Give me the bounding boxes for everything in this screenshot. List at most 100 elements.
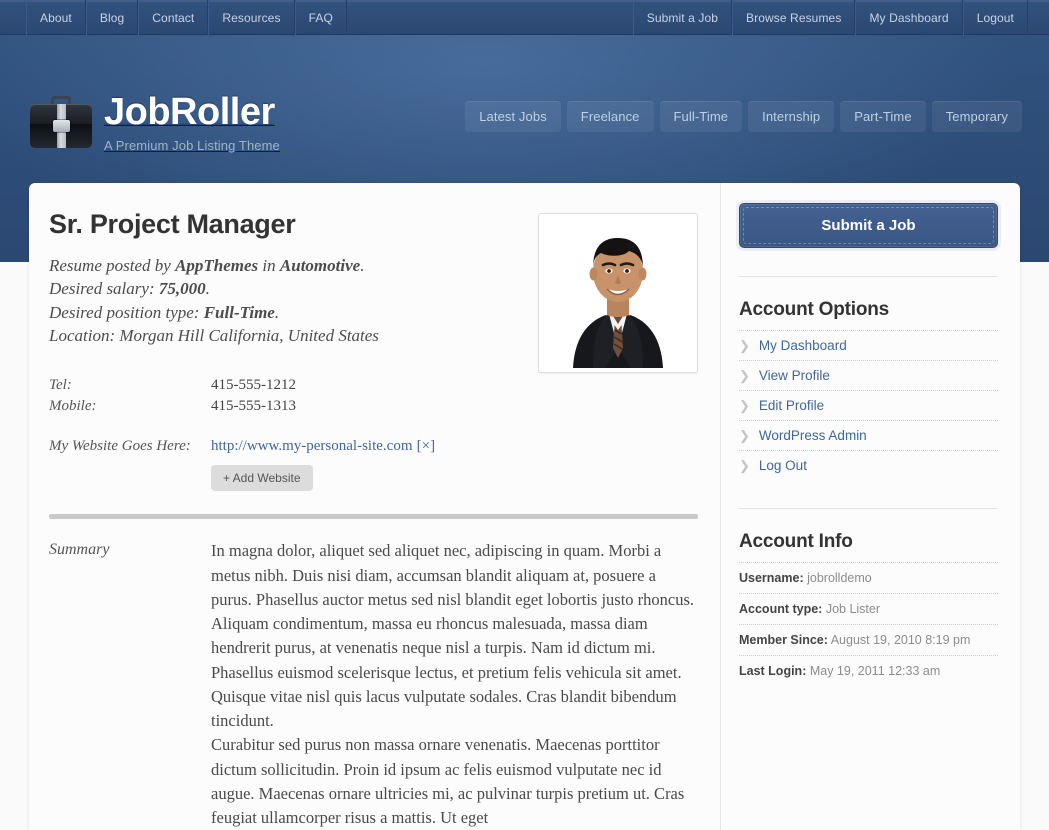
remove-website-link[interactable]: [×] — [417, 438, 435, 454]
category-btn-internship[interactable]: Internship — [748, 101, 835, 132]
contact-details: Tel: 415-555-1212 Mobile: 415-555-1313 M… — [49, 375, 524, 492]
posted-suffix: . — [360, 255, 365, 275]
contact-label-mobile: Mobile: — [49, 397, 97, 414]
summary-paragraph-2: Curabitur sed purus non massa ornare ven… — [211, 735, 685, 828]
resume-header: Sr. Project Manager Resume posted by App… — [49, 209, 698, 492]
posted-prefix: Resume posted by — [49, 255, 176, 275]
account-option-label[interactable]: WordPress Admin — [759, 428, 867, 443]
summary-paragraph-1: In magna dolor, aliquet sed aliquet nec,… — [211, 541, 695, 731]
account-info-value: jobrolldemo — [803, 571, 872, 585]
account-option-log-out[interactable]: ❯ Log Out — [739, 450, 998, 480]
website-link[interactable]: http://www.my-personal-site.com — [211, 438, 413, 454]
topnav-item-browse-resumes[interactable]: Browse Resumes — [732, 0, 856, 35]
position-value: Full-Time — [203, 302, 275, 322]
account-options-list: ❯ My Dashboard ❯ View Profile ❯ Edit Pro… — [739, 330, 998, 480]
location-line: Location: Morgan Hill California, United… — [49, 326, 379, 346]
add-website-button[interactable]: + Add Website — [211, 465, 313, 492]
account-info-member-since: Member Since: August 19, 2010 8:19 pm — [739, 624, 998, 655]
top-utility-bar: About Blog Contact Resources FAQ Submit … — [0, 0, 1049, 35]
category-btn-part-time[interactable]: Part-Time — [840, 101, 926, 132]
resume-posted-line: Resume posted by AppThemes in Automotive… — [49, 254, 524, 277]
site-tagline: A Premium Job Listing Theme — [104, 138, 280, 153]
sidebar-rule-2 — [739, 508, 998, 509]
chevron-right-icon: ❯ — [739, 338, 750, 353]
chevron-right-icon: ❯ — [739, 398, 750, 413]
salary-value: 75,000 — [158, 279, 206, 299]
submit-a-job-button[interactable]: Submit a Job — [739, 203, 998, 248]
section-divider — [49, 514, 698, 520]
topnav-item-faq[interactable]: FAQ — [294, 0, 347, 35]
category-btn-full-time[interactable]: Full-Time — [659, 101, 743, 132]
account-info-account-type: Account type: Job Lister — [739, 593, 998, 624]
posted-category: Automotive — [279, 255, 361, 275]
posted-middle: in — [258, 255, 280, 275]
topnav-item-about[interactable]: About — [26, 0, 86, 35]
position-label: Desired position type: — [49, 302, 204, 322]
summary-text: In magna dolor, aliquet sed aliquet nec,… — [211, 539, 698, 830]
top-nav-right: Submit a Job Browse Resumes My Dashboard… — [632, 0, 1028, 35]
chevron-right-icon: ❯ — [739, 428, 750, 443]
account-option-label[interactable]: Edit Profile — [759, 398, 824, 413]
salary-suffix: . — [205, 279, 210, 299]
account-info-label: Username: — [739, 571, 804, 585]
top-nav-left: About Blog Contact Resources FAQ — [26, 0, 347, 35]
topnav-item-logout[interactable]: Logout — [962, 0, 1028, 35]
account-option-label[interactable]: My Dashboard — [759, 338, 847, 353]
account-info-list: Username: jobrolldemo Account type: Job … — [739, 562, 998, 686]
contact-value-mobile: 415-555-1313 — [211, 397, 296, 414]
account-option-label[interactable]: View Profile — [759, 368, 830, 383]
contact-row-mobile: Mobile: 415-555-1313 — [49, 396, 524, 417]
category-nav: Latest Jobs Freelance Full-Time Internsh… — [465, 101, 1022, 132]
briefcase-icon — [30, 96, 92, 148]
website-label: My Website Goes Here: — [49, 438, 191, 455]
headshot-illustration — [543, 218, 693, 368]
category-btn-latest-jobs[interactable]: Latest Jobs — [465, 101, 561, 132]
topnav-item-resources[interactable]: Resources — [208, 0, 295, 35]
account-option-view-profile[interactable]: ❯ View Profile — [739, 360, 998, 390]
applicant-photo — [543, 218, 693, 368]
page-title: Sr. Project Manager — [49, 209, 296, 239]
posted-author: AppThemes — [175, 255, 259, 275]
resume-main-column: Sr. Project Manager Resume posted by App… — [29, 183, 721, 830]
category-btn-temporary[interactable]: Temporary — [931, 101, 1022, 132]
topnav-item-blog[interactable]: Blog — [85, 0, 139, 35]
account-info-value: May 19, 2011 12:33 am — [806, 664, 941, 678]
salary-label: Desired salary: — [49, 279, 159, 299]
site-logo[interactable]: JobRoller A Premium Job Listing Theme — [30, 83, 280, 153]
summary-section: Summary In magna dolor, aliquet sed aliq… — [49, 539, 698, 830]
content-card: Sr. Project Manager Resume posted by App… — [29, 183, 1020, 830]
account-info-value: Job Lister — [822, 602, 881, 616]
topnav-item-submit-a-job[interactable]: Submit a Job — [632, 0, 732, 35]
summary-label: Summary — [49, 541, 110, 559]
briefcase-buckle — [53, 120, 70, 132]
account-info-username: Username: jobrolldemo — [739, 562, 998, 593]
account-option-label[interactable]: Log Out — [759, 458, 807, 473]
sidebar: Submit a Job Account Options ❯ My Dashbo… — [721, 183, 1020, 830]
topnav-item-my-dashboard[interactable]: My Dashboard — [855, 0, 963, 35]
account-option-edit-profile[interactable]: ❯ Edit Profile — [739, 390, 998, 420]
account-info-label: Account type: — [739, 602, 823, 616]
category-btn-freelance[interactable]: Freelance — [566, 101, 654, 132]
account-options-heading: Account Options — [739, 299, 890, 320]
account-option-wordpress-admin[interactable]: ❯ WordPress Admin — [739, 420, 998, 450]
account-info-last-login: Last Login: May 19, 2011 12:33 am — [739, 655, 998, 686]
desired-position-line: Desired position type: Full-Time. — [49, 301, 524, 324]
applicant-photo-frame — [538, 213, 698, 373]
position-suffix: . — [274, 302, 280, 322]
account-option-my-dashboard[interactable]: ❯ My Dashboard — [739, 330, 998, 360]
contact-row-tel: Tel: 415-555-1212 — [49, 375, 524, 396]
site-title: JobRoller — [104, 91, 275, 133]
resume-details: Sr. Project Manager Resume posted by App… — [49, 209, 538, 492]
account-info-label: Member Since: — [739, 633, 828, 647]
contact-value-tel: 415-555-1212 — [211, 376, 296, 393]
desired-salary-line: Desired salary: 75,000. — [49, 277, 524, 300]
chevron-right-icon: ❯ — [739, 458, 750, 473]
sidebar-rule — [739, 276, 998, 277]
topnav-item-contact[interactable]: Contact — [138, 0, 209, 35]
account-info-value: August 19, 2010 8:19 pm — [827, 633, 971, 647]
chevron-right-icon: ❯ — [739, 368, 750, 383]
account-info-heading: Account Info — [739, 531, 853, 552]
contact-label-tel: Tel: — [49, 376, 72, 393]
contact-row-website: My Website Goes Here: http://www.my-pers… — [49, 435, 524, 457]
account-info-label: Last Login: — [739, 664, 807, 678]
